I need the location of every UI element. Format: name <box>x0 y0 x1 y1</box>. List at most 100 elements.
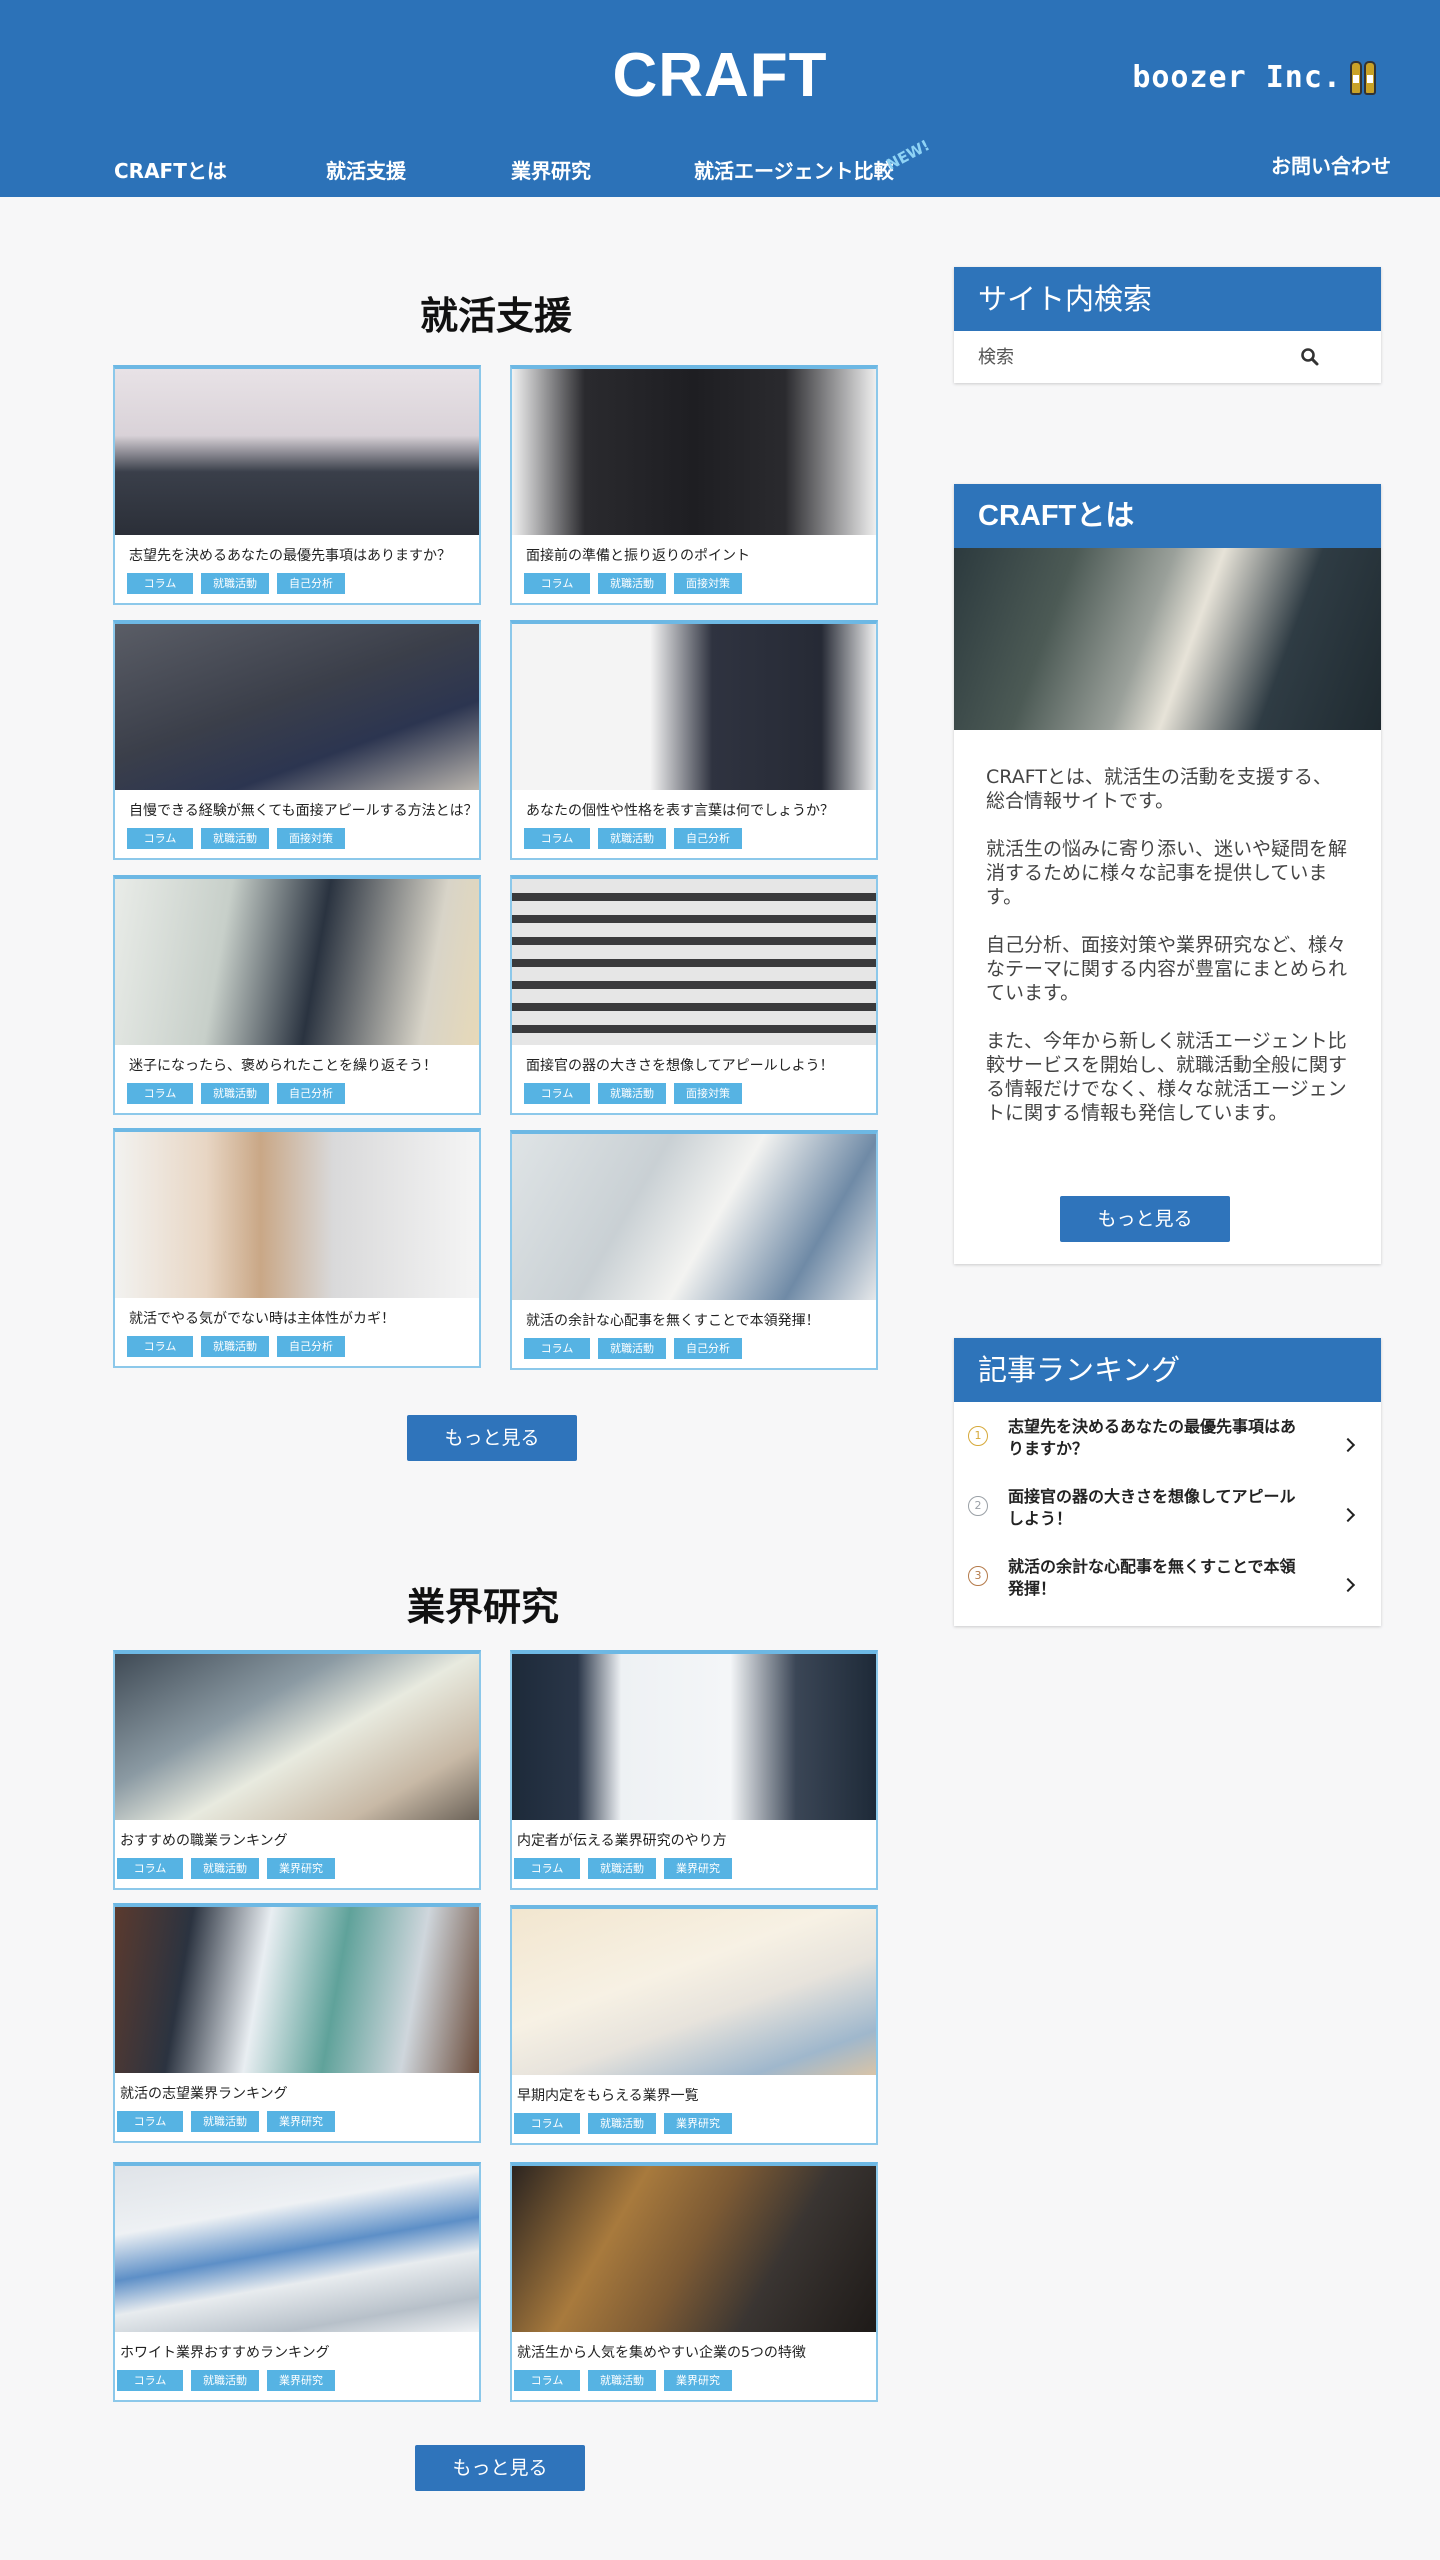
ranking-widget: 記事ランキング 1 志望先を決めるあなたの最優先事項はありますか？ 2 面接官の… <box>954 1338 1381 1626</box>
article-card[interactable]: 早期内定をもらえる業界一覧 コラム 就職活動 業界研究 <box>510 1905 878 2145</box>
tag[interactable]: 業界研究 <box>664 2370 732 2391</box>
search-icon[interactable] <box>1300 347 1320 367</box>
nav-item-contact[interactable]: お問い合わせ <box>1271 150 1391 179</box>
tag-list: コラム 就職活動 業界研究 <box>514 2113 732 2134</box>
article-card[interactable]: 志望先を決めるあなたの最優先事項はありますか？ コラム 就職活動 自己分析 <box>113 365 481 605</box>
chevron-right-icon <box>1340 1437 1356 1453</box>
article-card[interactable]: 面接前の準備と振り返りのポイント コラム 就職活動 面接対策 <box>510 365 878 605</box>
article-thumbnail <box>115 1654 479 1820</box>
tag[interactable]: 就職活動 <box>201 573 269 594</box>
section-title-support: 就活支援 <box>419 294 572 338</box>
tag[interactable]: 就職活動 <box>201 828 269 849</box>
about-more-button[interactable]: もっと見る <box>1060 1196 1230 1242</box>
tag-list: コラム 就職活動 自己分析 <box>127 1083 345 1104</box>
article-card[interactable]: ホワイト業界おすすめランキング コラム 就職活動 業界研究 <box>113 2162 481 2402</box>
about-paragraph: CRAFTとは、就活生の活動を支援する、総合情報サイトです。 <box>986 766 1332 812</box>
site-header: CRAFT boozer Inc. CRAFTとは 就活支援 業界研究 就活エー… <box>0 0 1440 197</box>
tag[interactable]: 就職活動 <box>598 573 666 594</box>
article-card[interactable]: 就活の余計な心配事を無くすことで本領発揮！ コラム 就職活動 自己分析 <box>510 1130 878 1370</box>
ranking-widget-title: 記事ランキング <box>954 1338 1381 1402</box>
tag[interactable]: 自己分析 <box>674 828 742 849</box>
article-thumbnail <box>512 2166 876 2332</box>
tag[interactable]: 就職活動 <box>588 2370 656 2391</box>
about-widget-title: CRAFTとは <box>954 484 1381 548</box>
more-support-button[interactable]: もっと見る <box>407 1415 577 1461</box>
tag-list: コラム 就職活動 自己分析 <box>127 1336 345 1357</box>
brand-logo[interactable]: boozer Inc. <box>1132 60 1376 95</box>
chevron-right-icon <box>1340 1577 1356 1593</box>
tag[interactable]: 自己分析 <box>277 1083 345 1104</box>
tag[interactable]: コラム <box>127 573 193 594</box>
tag[interactable]: コラム <box>127 1083 193 1104</box>
tag-list: コラム 就職活動 業界研究 <box>117 2370 335 2391</box>
ranking-item-title: 就活の余計な心配事を無くすことで本領発揮！ <box>1008 1557 1296 1598</box>
tag[interactable]: 面接対策 <box>674 1083 742 1104</box>
tag[interactable]: コラム <box>117 2111 183 2132</box>
tag-list: コラム 就職活動 自己分析 <box>127 573 345 594</box>
article-card[interactable]: 自慢できる経験が無くても面接アピールする方法とは？ コラム 就職活動 面接対策 <box>113 620 481 860</box>
article-card[interactable]: あなたの個性や性格を表す言葉は何でしょうか？ コラム 就職活動 自己分析 <box>510 620 878 860</box>
ranking-item[interactable]: 1 志望先を決めるあなたの最優先事項はありますか？ <box>954 1412 1381 1482</box>
article-card[interactable]: 就活の志望業界ランキング コラム 就職活動 業界研究 <box>113 1903 481 2143</box>
tag[interactable]: コラム <box>117 1858 183 1879</box>
article-card[interactable]: 迷子になったら、褒められたことを繰り返そう！ コラム 就職活動 自己分析 <box>113 875 481 1115</box>
tag[interactable]: 自己分析 <box>674 1338 742 1359</box>
tag[interactable]: 業界研究 <box>664 2113 732 2134</box>
tag[interactable]: コラム <box>117 2370 183 2391</box>
tag[interactable]: 面接対策 <box>277 828 345 849</box>
tag[interactable]: コラム <box>514 2370 580 2391</box>
tag[interactable]: 自己分析 <box>277 1336 345 1357</box>
tag[interactable]: 業界研究 <box>267 2111 335 2132</box>
tag[interactable]: コラム <box>524 1338 590 1359</box>
tag[interactable]: コラム <box>127 828 193 849</box>
tag[interactable]: コラム <box>127 1336 193 1357</box>
tag[interactable]: コラム <box>524 573 590 594</box>
tag[interactable]: 就職活動 <box>598 1083 666 1104</box>
tag[interactable]: 就職活動 <box>588 1858 656 1879</box>
tag-list: コラム 就職活動 自己分析 <box>524 1338 742 1359</box>
main-nav: CRAFTとは 就活支援 業界研究 就活エージェント比較 お問い合わせ <box>0 154 1440 185</box>
article-card[interactable]: 就活でやる気がでない時は主体性がカギ！ コラム 就職活動 自己分析 <box>113 1128 481 1368</box>
tag[interactable]: 就職活動 <box>201 1336 269 1357</box>
ranking-item-title: 面接官の器の大きさを想像してアピールしよう！ <box>1008 1487 1296 1528</box>
tag[interactable]: 就職活動 <box>598 828 666 849</box>
tag[interactable]: 就職活動 <box>191 2111 259 2132</box>
article-card[interactable]: 就活生から人気を集めやすい企業の5つの特徴 コラム 就職活動 業界研究 <box>510 2162 878 2402</box>
tag[interactable]: 就職活動 <box>598 1338 666 1359</box>
nav-item-agent-compare[interactable]: 就活エージェント比較 <box>694 155 894 184</box>
about-image <box>954 548 1381 730</box>
article-title: 面接官の器の大きさを想像してアピールしよう！ <box>526 1058 834 1074</box>
ranking-item[interactable]: 3 就活の余計な心配事を無くすことで本領発揮！ <box>954 1552 1381 1622</box>
about-widget: CRAFTとは CRAFTとは、就活生の活動を支援する、総合情報サイトです。 就… <box>954 484 1381 1264</box>
tag-list: コラム 就職活動 面接対策 <box>524 1083 742 1104</box>
tag[interactable]: コラム <box>524 1083 590 1104</box>
article-thumbnail <box>115 624 479 790</box>
article-thumbnail <box>512 369 876 535</box>
nav-item-industry[interactable]: 業界研究 <box>511 155 591 184</box>
tag[interactable]: 自己分析 <box>277 573 345 594</box>
article-card[interactable]: 内定者が伝える業界研究のやり方 コラム 就職活動 業界研究 <box>510 1650 878 1890</box>
ranking-item[interactable]: 2 面接官の器の大きさを想像してアピールしよう！ <box>954 1482 1381 1552</box>
tag[interactable]: 面接対策 <box>674 573 742 594</box>
tag-list: コラム 就職活動 自己分析 <box>524 828 742 849</box>
search-row <box>954 331 1381 383</box>
tag[interactable]: 業界研究 <box>664 1858 732 1879</box>
tag[interactable]: 就職活動 <box>588 2113 656 2134</box>
ranking-list: 1 志望先を決めるあなたの最優先事項はありますか？ 2 面接官の器の大きさを想像… <box>954 1402 1381 1622</box>
nav-item-support[interactable]: 就活支援 <box>326 155 406 184</box>
tag[interactable]: 就職活動 <box>191 2370 259 2391</box>
tag[interactable]: コラム <box>514 1858 580 1879</box>
tag[interactable]: 業界研究 <box>267 2370 335 2391</box>
search-widget: サイト内検索 <box>954 267 1381 383</box>
article-title: 迷子になったら、褒められたことを繰り返そう！ <box>129 1058 437 1074</box>
nav-item-about[interactable]: CRAFTとは <box>114 155 227 184</box>
tag[interactable]: コラム <box>514 2113 580 2134</box>
article-card[interactable]: おすすめの職業ランキング コラム 就職活動 業界研究 <box>113 1650 481 1890</box>
article-card[interactable]: 面接官の器の大きさを想像してアピールしよう！ コラム 就職活動 面接対策 <box>510 875 878 1115</box>
tag[interactable]: 業界研究 <box>267 1858 335 1879</box>
more-industry-button[interactable]: もっと見る <box>415 2445 585 2491</box>
tag[interactable]: 就職活動 <box>201 1083 269 1104</box>
article-thumbnail <box>512 1654 876 1820</box>
tag[interactable]: 就職活動 <box>191 1858 259 1879</box>
tag[interactable]: コラム <box>524 828 590 849</box>
